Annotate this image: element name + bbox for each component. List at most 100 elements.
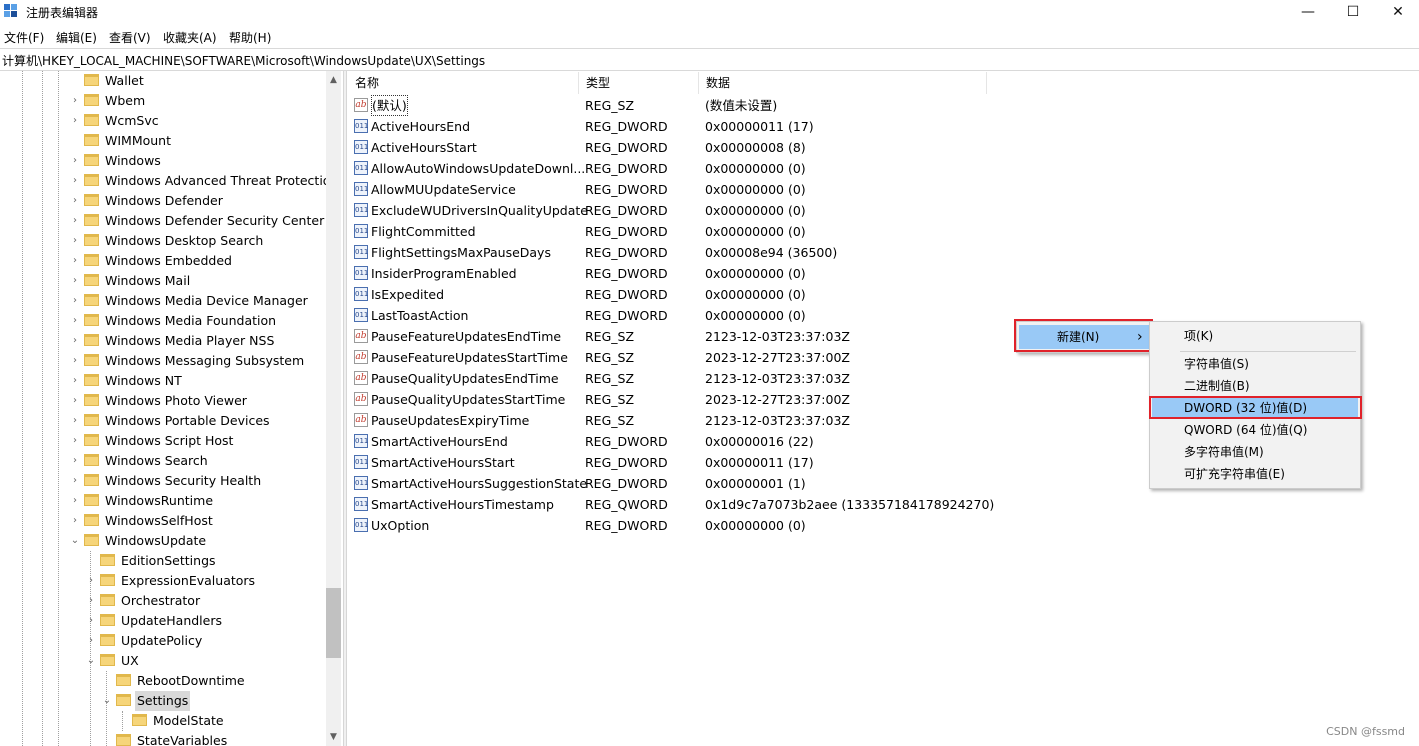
expand-chevron-icon[interactable]: › bbox=[70, 491, 80, 511]
binary-value-icon: 011 bbox=[354, 497, 368, 511]
expand-chevron-icon[interactable]: › bbox=[70, 391, 80, 411]
string-value-icon: ab bbox=[354, 98, 368, 112]
value-name: PauseFeatureUpdatesStartTime bbox=[371, 347, 568, 368]
value-name: FlightCommitted bbox=[371, 221, 476, 242]
menu-item-binary-value[interactable]: 二进制值(B) bbox=[1152, 375, 1358, 397]
value-name: PauseQualityUpdatesStartTime bbox=[371, 389, 565, 410]
column-header-data[interactable]: 数据 bbox=[699, 72, 987, 94]
value-data: 2123-12-03T23:37:03Z bbox=[705, 326, 850, 347]
expand-chevron-icon[interactable]: › bbox=[70, 271, 80, 291]
tree-node-label: Wbem bbox=[103, 91, 147, 111]
folder-icon bbox=[84, 294, 99, 306]
tree-scrollbar[interactable]: ▲ ▼ bbox=[326, 71, 341, 746]
maximize-button[interactable]: ☐ bbox=[1330, 0, 1376, 24]
folder-icon bbox=[116, 694, 131, 706]
folder-icon bbox=[84, 474, 99, 486]
expand-chevron-icon[interactable]: › bbox=[70, 111, 80, 131]
folder-icon bbox=[100, 554, 115, 566]
pane-splitter[interactable] bbox=[343, 71, 347, 746]
column-header-name[interactable]: 名称 bbox=[348, 72, 579, 94]
expand-chevron-icon[interactable]: › bbox=[70, 471, 80, 491]
expand-chevron-icon[interactable]: › bbox=[70, 451, 80, 471]
value-row[interactable]: 011ActiveHoursStartREG_DWORD0x00000008 (… bbox=[352, 137, 1412, 158]
scroll-thumb[interactable] bbox=[326, 588, 341, 658]
tree-node-label: Orchestrator bbox=[119, 591, 202, 611]
tree-node-label: Windows Embedded bbox=[103, 251, 234, 271]
expand-chevron-icon[interactable]: › bbox=[70, 171, 80, 191]
binary-value-icon: 011 bbox=[354, 476, 368, 490]
menu-item-expandable-string-value[interactable]: 可扩充字符串值(E) bbox=[1152, 463, 1358, 485]
address-path[interactable]: 计算机\HKEY_LOCAL_MACHINE\SOFTWARE\Microsof… bbox=[2, 52, 485, 69]
address-bar[interactable]: 计算机\HKEY_LOCAL_MACHINE\SOFTWARE\Microsof… bbox=[0, 48, 1419, 71]
scroll-up-arrow-icon[interactable]: ▲ bbox=[326, 73, 341, 87]
value-row[interactable]: 011UxOptionREG_DWORD0x00000000 (0) bbox=[352, 515, 1412, 536]
binary-value-icon: 011 bbox=[354, 161, 368, 175]
value-name: ActiveHoursStart bbox=[371, 137, 477, 158]
tree-node-label: Windows Media Foundation bbox=[103, 311, 278, 331]
value-row[interactable]: ab(默认)REG_SZ(数值未设置) bbox=[352, 95, 1412, 116]
value-type: REG_DWORD bbox=[585, 431, 668, 452]
menu-file[interactable]: 文件(F) bbox=[4, 29, 44, 46]
expand-chevron-icon[interactable]: › bbox=[86, 591, 96, 611]
expand-chevron-icon[interactable]: › bbox=[86, 611, 96, 631]
value-data: 0x00000000 (0) bbox=[705, 158, 806, 179]
menu-edit[interactable]: 编辑(E) bbox=[56, 29, 97, 46]
menu-favorites[interactable]: 收藏夹(A) bbox=[163, 29, 217, 46]
expand-chevron-icon[interactable]: › bbox=[86, 571, 96, 591]
menu-item-qword-value[interactable]: QWORD (64 位)值(Q) bbox=[1152, 419, 1358, 441]
folder-icon bbox=[84, 334, 99, 346]
value-row[interactable]: 011FlightSettingsMaxPauseDaysREG_DWORD0x… bbox=[352, 242, 1412, 263]
value-row[interactable]: 011ActiveHoursEndREG_DWORD0x00000011 (17… bbox=[352, 116, 1412, 137]
expand-chevron-icon[interactable]: › bbox=[70, 91, 80, 111]
menu-item-key[interactable]: 项(K) bbox=[1152, 325, 1358, 347]
value-row[interactable]: 011FlightCommittedREG_DWORD0x00000000 (0… bbox=[352, 221, 1412, 242]
value-data: 0x00000000 (0) bbox=[705, 305, 806, 326]
expand-chevron-icon[interactable]: › bbox=[70, 511, 80, 531]
value-name: AllowAutoWindowsUpdateDownl... bbox=[371, 158, 585, 179]
value-data: 2023-12-27T23:37:00Z bbox=[705, 347, 850, 368]
scroll-down-arrow-icon[interactable]: ▼ bbox=[326, 730, 341, 744]
expand-chevron-icon[interactable]: › bbox=[70, 231, 80, 251]
binary-value-icon: 011 bbox=[354, 455, 368, 469]
menu-item-label: 多字符串值(M) bbox=[1184, 441, 1264, 463]
expand-chevron-icon[interactable]: › bbox=[70, 331, 80, 351]
folder-icon bbox=[132, 714, 147, 726]
expand-chevron-icon[interactable]: › bbox=[70, 211, 80, 231]
value-row[interactable]: 011ExcludeWUDriversInQualityUpdateREG_DW… bbox=[352, 200, 1412, 221]
value-row[interactable]: 011AllowMUUpdateServiceREG_DWORD0x000000… bbox=[352, 179, 1412, 200]
menu-help[interactable]: 帮助(H) bbox=[229, 29, 271, 46]
value-data: 0x00000008 (8) bbox=[705, 137, 806, 158]
menu-item-multi-string-value[interactable]: 多字符串值(M) bbox=[1152, 441, 1358, 463]
close-button[interactable]: ✕ bbox=[1375, 0, 1419, 24]
menu-item-string-value[interactable]: 字符串值(S) bbox=[1152, 353, 1358, 375]
expand-chevron-icon[interactable]: › bbox=[70, 191, 80, 211]
expand-chevron-icon[interactable]: › bbox=[70, 311, 80, 331]
column-header-type[interactable]: 类型 bbox=[579, 72, 699, 94]
folder-icon bbox=[84, 314, 99, 326]
expand-chevron-icon[interactable]: › bbox=[70, 431, 80, 451]
expand-chevron-icon[interactable]: › bbox=[70, 351, 80, 371]
collapse-chevron-icon[interactable]: ⌄ bbox=[102, 691, 112, 711]
collapse-chevron-icon[interactable]: ⌄ bbox=[70, 531, 80, 551]
menu-item-label: 二进制值(B) bbox=[1184, 375, 1250, 397]
expand-chevron-icon[interactable]: › bbox=[70, 251, 80, 271]
value-row[interactable]: 011InsiderProgramEnabledREG_DWORD0x00000… bbox=[352, 263, 1412, 284]
expand-chevron-icon[interactable]: › bbox=[86, 631, 96, 651]
value-data: 0x00000001 (1) bbox=[705, 473, 806, 494]
value-row[interactable]: 011AllowAutoWindowsUpdateDownl...REG_DWO… bbox=[352, 158, 1412, 179]
minimize-button[interactable]: — bbox=[1285, 0, 1331, 24]
folder-icon bbox=[100, 594, 115, 606]
folder-icon bbox=[84, 514, 99, 526]
expand-chevron-icon[interactable]: › bbox=[70, 371, 80, 391]
expand-chevron-icon[interactable]: › bbox=[70, 411, 80, 431]
expand-chevron-icon[interactable]: › bbox=[70, 291, 80, 311]
menu-item-label: 字符串值(S) bbox=[1184, 353, 1249, 375]
value-type: REG_DWORD bbox=[585, 200, 668, 221]
collapse-chevron-icon[interactable]: ⌄ bbox=[86, 651, 96, 671]
expand-chevron-icon[interactable]: › bbox=[70, 151, 80, 171]
value-row[interactable]: 011SmartActiveHoursTimestampREG_QWORD0x1… bbox=[352, 494, 1412, 515]
folder-icon bbox=[100, 574, 115, 586]
menu-view[interactable]: 查看(V) bbox=[109, 29, 151, 46]
value-data: 2023-12-27T23:37:00Z bbox=[705, 389, 850, 410]
value-row[interactable]: 011IsExpeditedREG_DWORD0x00000000 (0) bbox=[352, 284, 1412, 305]
